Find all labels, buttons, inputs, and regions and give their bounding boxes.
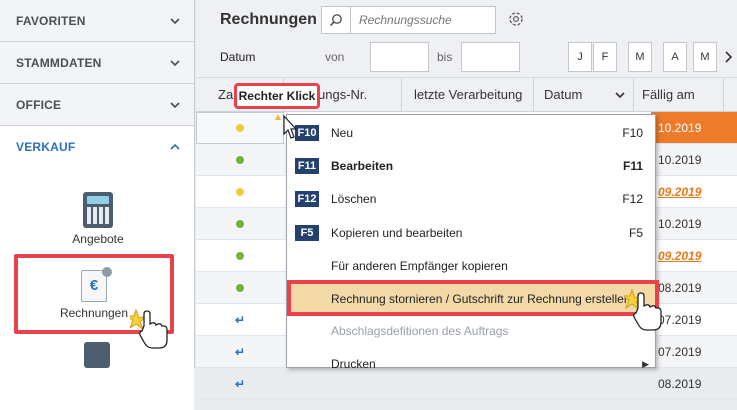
sidebar-section-label: OFFICE [16, 97, 62, 112]
menu-item-fuer-anderen-empfaenger[interactable]: Für anderen Empfänger kopieren [287, 250, 655, 282]
scroll-right-icon[interactable] [724, 48, 733, 66]
column-header-datum-label: Datum [544, 87, 583, 102]
month-button-a[interactable]: A [663, 42, 687, 72]
status-cell: ↵ [196, 304, 284, 336]
status-green-icon [236, 156, 244, 164]
month-button-m2[interactable]: M [693, 42, 717, 72]
status-cell [196, 240, 284, 272]
menu-item-neu[interactable]: F10 Neu F10 [287, 117, 655, 149]
due-date: 07.2019 [658, 313, 702, 327]
due-date: 10.2019 [658, 153, 702, 167]
sidebar-section-verkauf[interactable]: VERKAUF [0, 126, 194, 168]
status-cell [196, 144, 284, 176]
chevron-down-icon [170, 17, 180, 24]
status-yellow-icon [236, 124, 244, 132]
page-title: Rechnungen [220, 11, 317, 28]
status-green-icon [236, 220, 244, 228]
menu-item-label: Löschen [331, 192, 377, 206]
bis-label: bis [437, 50, 453, 64]
month-button-f[interactable]: F [593, 42, 617, 72]
toolbar: Rechnungen Datum von bis J F M A M [196, 0, 737, 78]
context-menu: F10 Neu F10 F11 Bearbeiten F11 F12 Lösch… [286, 114, 656, 371]
status-cell [196, 272, 284, 304]
due-date: 07.2019 [658, 345, 702, 359]
menu-item-label: Neu [331, 126, 354, 140]
due-date: 09.2019 [658, 185, 702, 199]
right-click-callout: Rechter Klick [234, 83, 320, 109]
menu-item-label: Bearbeiten [331, 159, 394, 173]
menu-item-label: Drucken [331, 357, 376, 371]
gear-icon [509, 12, 523, 26]
menu-item-shortcut: F5 [628, 226, 643, 240]
menu-item-loeschen[interactable]: F12 Löschen F12 [287, 183, 655, 215]
datum-label: Datum [220, 50, 256, 64]
month-button-m[interactable]: M [628, 42, 652, 72]
menu-item-bearbeiten[interactable]: F11 Bearbeiten F11 [287, 150, 655, 182]
return-arrow-icon: ↵ [234, 313, 246, 327]
chevron-down-icon [615, 92, 625, 99]
due-date: 10.2019 [658, 121, 702, 135]
shortcut-key-badge: F10 [295, 125, 319, 141]
status-green-icon [236, 284, 244, 292]
menu-item-shortcut: F10 [622, 126, 643, 140]
chevron-down-icon [170, 101, 180, 108]
date-to-input[interactable] [461, 42, 520, 72]
menu-item-drucken[interactable]: Drucken ▶ [287, 348, 655, 380]
shortcut-key-badge: F12 [295, 191, 319, 207]
shortcut-key-badge: F11 [295, 158, 319, 174]
sidebar-section-label: VERKAUF [16, 140, 76, 154]
hand-cursor-icon [130, 308, 168, 349]
menu-item-label: Kopieren und bearbeiten [331, 226, 463, 240]
status-cell [196, 112, 284, 144]
sidebar-section-label: STAMMDATEN [16, 55, 102, 70]
von-label: von [325, 50, 345, 64]
status-green-icon [236, 252, 244, 260]
column-header-letzte-verarbeitung[interactable]: letzte Verarbeitung [402, 78, 534, 112]
sidebar-section-stammdaten[interactable]: STAMMDATEN [0, 42, 194, 84]
status-cell [196, 176, 284, 208]
due-date: 08.2019 [658, 377, 702, 391]
due-date: 09.2019 [658, 249, 702, 263]
status-cell: ↵ [196, 368, 284, 400]
return-arrow-icon: ↵ [234, 377, 246, 391]
menu-item-shortcut: F11 [622, 159, 643, 173]
sidebar-section-office[interactable]: OFFICE [0, 84, 194, 126]
hand-cursor-icon [624, 288, 662, 331]
arrow-cursor-icon [275, 114, 296, 139]
menu-item-kopieren-bearbeiten[interactable]: F5 Kopieren und bearbeiten F5 [287, 217, 655, 249]
search-icon [329, 14, 342, 27]
menu-item-label: Abschlagsdefitionen des Auftrags [331, 324, 509, 338]
due-date: 10.2019 [658, 217, 702, 231]
menu-item-shortcut: F12 [622, 192, 643, 206]
settings-button[interactable] [505, 8, 527, 30]
status-yellow-icon [236, 188, 244, 196]
search-button[interactable] [321, 6, 351, 34]
calculator-icon [83, 192, 113, 228]
menu-item-abschlagsdefitionen: Abschlagsdefitionen des Auftrags [287, 315, 655, 347]
status-cell [196, 208, 284, 240]
due-date: 08.2019 [658, 281, 702, 295]
status-cell: ↵ [196, 336, 284, 368]
tile-angebote-label: Angebote [72, 232, 124, 246]
tile-angebote[interactable]: Angebote [38, 192, 158, 246]
sidebar-section-favoriten[interactable]: FAVORITEN [0, 0, 194, 42]
search-input[interactable] [351, 6, 496, 34]
return-arrow-icon: ↵ [234, 345, 246, 359]
cash-register-icon [84, 342, 110, 368]
column-header-faellig-am[interactable]: Fällig am [634, 78, 724, 112]
chevron-down-icon [170, 59, 180, 66]
stornieren-highlight-box [287, 280, 659, 316]
month-button-j[interactable]: J [568, 42, 592, 72]
menu-item-label: Für anderen Empfänger kopieren [331, 259, 508, 273]
date-from-input[interactable] [370, 42, 429, 72]
sidebar-section-label: FAVORITEN [16, 13, 86, 28]
column-header-datum[interactable]: Datum [534, 78, 634, 112]
shortcut-key-badge: F5 [295, 225, 319, 241]
chevron-up-icon [170, 143, 180, 150]
